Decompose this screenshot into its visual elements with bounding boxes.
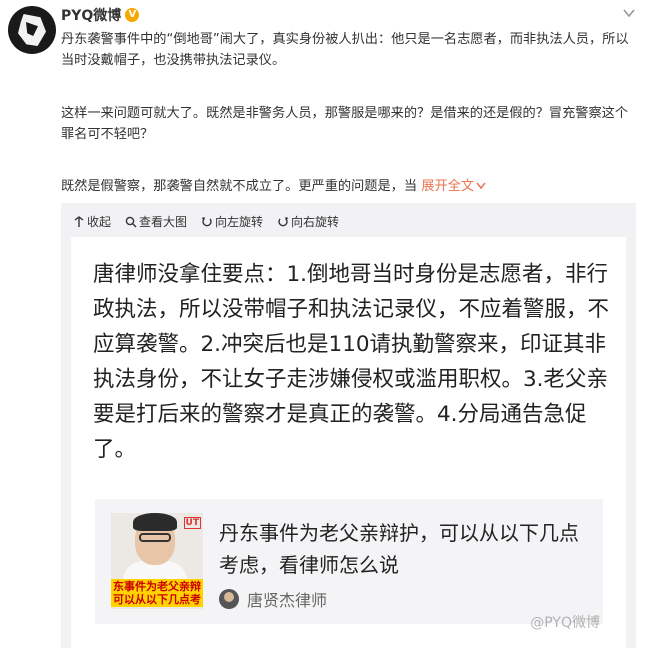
thumbnail-person-hair [133,513,177,531]
collapse-label: 收起 [87,215,112,229]
thumbnail-caption-line-1: 东事件为老父亲辩 [113,580,201,593]
article-thumbnail: UT 东事件为老父亲辩 可以从以下几点考 [111,513,203,609]
image-viewer-panel: 收起 查看大图 向左旋转 向右旋转 唐律师没拿住要点：1.倒地哥当时身份是志愿者… [61,203,636,648]
rotate-right-label: 向右旋转 [291,215,340,229]
chevron-down-icon[interactable] [622,6,636,20]
collapse-icon [74,215,84,227]
article-author: 唐贤杰律师 [247,591,328,610]
post-paragraph-1: 丹东袭警事件中的“倒地哥”闹大了，真实身份被人扒出：他只是一名志愿者，而非执法人… [61,32,629,68]
article-link-card: UT 东事件为老父亲辩 可以从以下几点考 丹东事件为老父亲辩护，可以从以下几点考… [95,499,603,624]
image-main-text: 唐律师没拿住要点：1.倒地哥当时身份是志愿者，非行政执法，所以没带帽子和执法记录… [93,262,610,462]
image-toolbar: 收起 查看大图 向左旋转 向右旋转 [73,213,339,230]
view-large-button[interactable]: 查看大图 [125,213,187,230]
username[interactable]: PYQ微博 [61,5,121,25]
user-avatar[interactable] [8,6,56,54]
thumbnail-caption: 东事件为老父亲辩 可以从以下几点考 [111,579,203,607]
thumbnail-caption-line-2: 可以从以下几点考 [113,593,201,606]
rotate-left-button[interactable]: 向左旋转 [201,213,263,230]
post-paragraph-2: 这样一来问题可就大了。既然是非警务人员，那警服是哪来的？是借来的还是假的？冒充警… [61,106,629,142]
weibo-watermark: @PYQ微博 [530,612,600,632]
thumbnail-logo: UT [183,517,201,529]
collapse-button[interactable]: 收起 [73,213,111,230]
rotate-left-icon [201,216,212,226]
post-paragraph-3-text: 既然是假警察，那袭警自然就不成立了。更严重的问题是，当 [61,179,418,194]
view-large-label: 查看大图 [139,215,188,229]
post-paragraph-3: 既然是假警察，那袭警自然就不成立了。更严重的问题是，当 展开全文 [61,176,636,197]
expand-label: 展开全文 [421,179,475,194]
chevron-down-icon [476,182,486,190]
author-avatar [219,589,239,609]
magnifier-icon [125,216,137,227]
article-title: 丹东事件为老父亲辩护，可以从以下几点考虑，看律师怎么说 [219,521,579,577]
article-author-row: 唐贤杰律师 [219,587,327,611]
username-row: PYQ微博 V [61,5,140,25]
verified-badge-icon: V [125,8,140,22]
post-image[interactable]: 唐律师没拿住要点：1.倒地哥当时身份是志愿者，非行政执法，所以没带帽子和执法记录… [71,237,626,648]
expand-full-text-link[interactable]: 展开全文 [421,179,486,194]
watermark-text: @PYQ微博 [530,615,600,631]
thumbnail-person-glasses [139,533,171,542]
rotate-right-button[interactable]: 向右旋转 [277,213,339,230]
rotate-right-icon [278,216,289,226]
rotate-left-label: 向左旋转 [215,215,264,229]
